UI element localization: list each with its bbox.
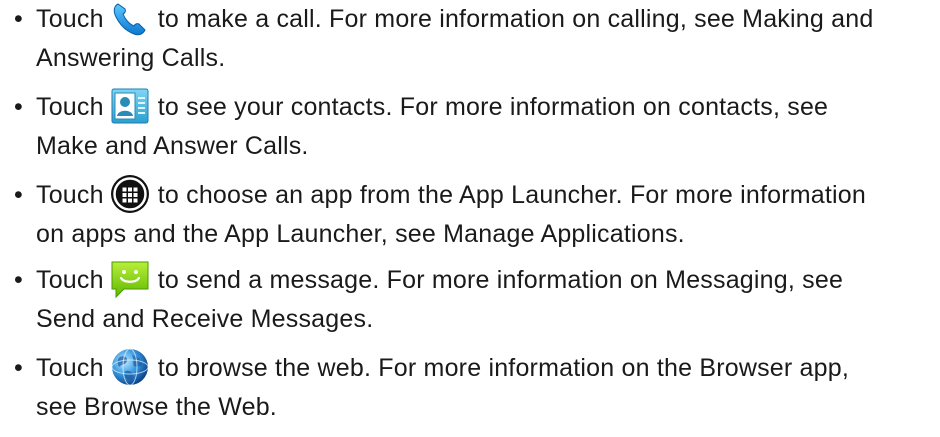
item-text: to choose an app from the App Launcher. … [157,181,866,209]
app-launcher-icon [110,174,150,214]
item-line-2: on apps and the App Launcher, see Manage… [36,220,685,248]
touch-text: Touch [36,266,104,294]
touch-text: Touch [36,5,104,33]
item-line-1: Touch to make a call. For more informati… [36,0,873,40]
item-line-1: Touch to choose an app from the App Laun… [36,174,866,216]
item-line-2: Make and Answer Calls. [36,132,309,160]
item-line-1: Touch to browse the web. For more inform… [36,347,850,389]
instruction-list: • Touch to make a call. For more informa… [0,0,940,437]
bullet: • [14,5,23,33]
bullet: • [14,93,23,121]
phone-icon [110,0,150,38]
item-line-2: Send and Receive Messages. [36,305,374,333]
item-text: to make a call. For more information on … [157,5,874,33]
browser-globe-icon [110,347,150,387]
item-text: to see your contacts. For more informati… [157,93,829,121]
item-text: to send a message. For more information … [157,266,844,294]
item-line-2: see Browse the Web. [36,393,277,421]
touch-text: Touch [36,181,104,209]
contacts-icon [110,86,150,126]
item-line-2: Answering Calls. [36,44,226,72]
bullet: • [14,181,23,209]
bullet: • [14,266,23,294]
messaging-icon [110,259,150,299]
item-line-1: Touch to send a message. For more inform… [36,261,843,301]
touch-text: Touch [36,354,104,382]
touch-text: Touch [36,93,104,121]
item-text: to browse the web. For more information … [157,354,850,382]
item-line-1: Touch to see your contacts. For more inf… [36,88,828,128]
bullet: • [14,354,23,382]
